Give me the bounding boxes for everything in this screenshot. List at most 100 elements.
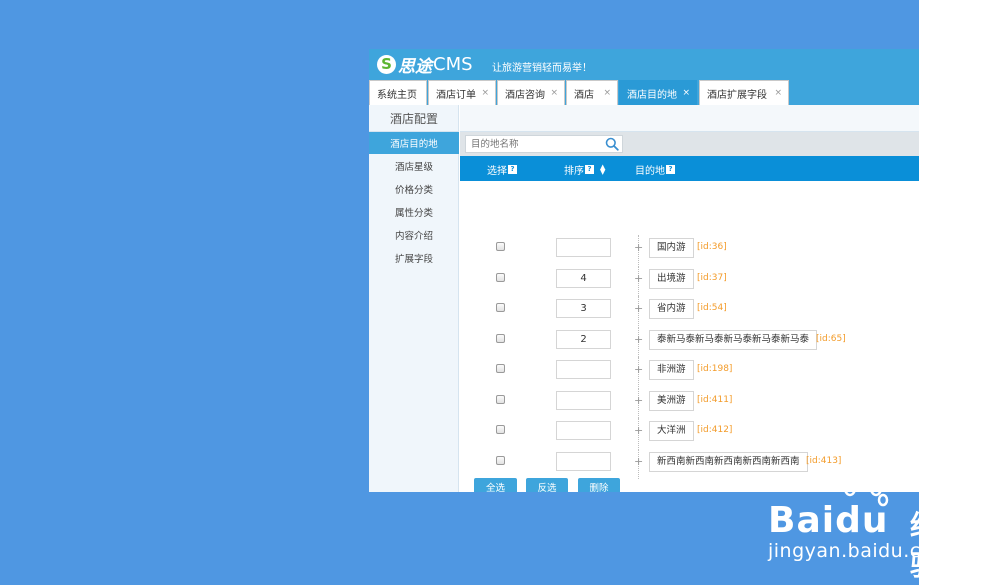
search-icon[interactable] [603,135,621,153]
order-input[interactable] [556,391,611,410]
tab-label: 酒店订单 [436,89,476,101]
sidebar-item-content-intro[interactable]: 内容介绍 [369,224,459,246]
row-checkbox[interactable] [496,303,505,312]
destination-name[interactable]: 国内游 [649,238,694,258]
watermark-brand: Baidu [768,500,889,541]
main-header [460,105,919,132]
order-input[interactable] [556,421,611,440]
order-input[interactable]: 4 [556,269,611,288]
tab-label: 酒店 [574,89,594,101]
tab-label: 系统主页 [377,89,417,101]
tab-hotel-destinations[interactable]: 酒店目的地 × [619,80,697,105]
row-checkbox[interactable] [496,334,505,343]
tab-hotels[interactable]: 酒店 × [566,80,618,105]
search-input[interactable] [465,135,623,153]
expand-icon[interactable]: + [634,425,643,436]
table-row: + 国内游 [id:36] [460,235,919,265]
tab-bar: 系统主页 酒店订单 × 酒店咨询 × 酒店 × 酒店目的地 × 酒店扩展字段 × [369,79,919,105]
expand-icon[interactable]: + [634,242,643,253]
destination-id: [id:54] [697,303,727,313]
delete-button[interactable]: 删除 [578,478,620,492]
expand-icon[interactable]: + [634,303,643,314]
table-header: 选择? 排序? ▲ ▼ 目的地? [460,156,919,181]
order-input[interactable]: 2 [556,330,611,349]
invert-selection-button[interactable]: 反选 [526,478,568,492]
tab-hotel-extension-fields[interactable]: 酒店扩展字段 × [699,80,789,105]
column-order-label: 排序 [564,166,584,177]
destination-name[interactable]: 省内游 [649,299,694,319]
row-checkbox[interactable] [496,425,505,434]
sidebar-item-hotel-stars[interactable]: 酒店星级 [369,155,459,177]
tab-home[interactable]: 系统主页 [369,80,427,105]
tab-hotel-orders[interactable]: 酒店订单 × [428,80,496,105]
destination-id: [id:411] [697,395,733,405]
close-icon[interactable]: × [481,88,489,98]
destination-name[interactable]: 非洲游 [649,360,694,380]
column-destination-label: 目的地 [635,166,665,177]
table-row: 3 + 省内游 [id:54] [460,296,919,326]
column-select-label: 选择 [487,166,507,177]
tab-label: 酒店咨询 [505,89,545,101]
expand-icon[interactable]: + [634,456,643,467]
logo-cms: CMS [433,53,473,75]
expand-icon[interactable]: + [634,395,643,406]
sidebar: 酒店配置 酒店目的地 酒店星级 价格分类 属性分类 内容介绍 扩展字段 [369,105,459,492]
table-row: + 新西南新西南新西南新西南新西南 [id:413] [460,449,919,479]
destination-name[interactable]: 出境游 [649,269,694,289]
help-icon[interactable]: ? [666,165,675,174]
sort-icon[interactable]: ▲ ▼ [600,163,605,175]
sidebar-item-attribute-categories[interactable]: 属性分类 [369,201,459,223]
destination-name[interactable]: 泰新马泰新马泰新马泰新马泰新马泰 [649,330,818,350]
destination-id: [id:412] [697,425,733,435]
tab-hotel-inquiries[interactable]: 酒店咨询 × [497,80,565,105]
close-icon[interactable]: × [682,88,690,98]
top-bar: S 思途 CMS 让旅游营销轻而易举！ [369,49,919,79]
sidebar-title: 酒店配置 [369,105,459,132]
logo: S 思途 CMS [377,52,473,77]
slogan: 让旅游营销轻而易举！ [492,63,592,74]
tab-label: 酒店扩展字段 [707,89,767,101]
row-checkbox[interactable] [496,395,505,404]
select-all-button[interactable]: 全选 [474,478,517,492]
help-icon[interactable]: ? [585,165,594,174]
row-checkbox[interactable] [496,364,505,373]
order-input[interactable] [556,238,611,257]
search-bar [460,132,919,156]
cms-window: S 思途 CMS 让旅游营销轻而易举！ 系统主页 酒店订单 × 酒店咨询 × 酒… [369,49,919,492]
sidebar-item-extension-fields[interactable]: 扩展字段 [369,247,459,269]
destination-id: [id:36] [697,242,727,252]
expand-icon[interactable]: + [634,334,643,345]
watermark-url: jingyan.baidu.com [768,540,952,562]
column-order[interactable]: 排序? ▲ ▼ [564,162,605,177]
destination-name[interactable]: 大洋洲 [649,421,694,441]
table-row: + 大洋洲 [id:412] [460,418,919,448]
order-input[interactable]: 3 [556,299,611,318]
main-panel: 选择? 排序? ▲▼ 目的地? + 国内游 [id:36] 4 + 出境游 [460,105,919,492]
destination-id: [id:65] [816,334,846,344]
logo-mark-icon: S [377,54,396,74]
order-input[interactable] [556,452,611,471]
destination-id: [id:37] [697,273,727,283]
row-checkbox[interactable] [496,273,505,282]
destination-name[interactable]: 美洲游 [649,391,694,411]
table-row: + 美洲游 [id:411] [460,388,919,418]
help-icon[interactable]: ? [508,165,517,174]
column-select: 选择? [487,162,517,177]
close-icon[interactable]: × [774,88,782,98]
row-checkbox[interactable] [496,456,505,465]
sidebar-item-price-categories[interactable]: 价格分类 [369,178,459,200]
order-input[interactable] [556,360,611,379]
sidebar-item-hotel-destinations[interactable]: 酒店目的地 [369,132,459,154]
close-icon[interactable]: × [550,88,558,98]
expand-icon[interactable]: + [634,273,643,284]
table-row: 4 + 出境游 [id:37] [460,266,919,296]
expand-icon[interactable]: + [634,364,643,375]
baidu-jingyan-watermark: Baidu 经验 jingyan.baidu.com [768,478,951,582]
column-destination: 目的地? [635,162,675,177]
close-icon[interactable]: × [603,88,611,98]
destination-name[interactable]: 新西南新西南新西南新西南新西南 [649,452,808,472]
tab-label: 酒店目的地 [627,89,677,101]
destination-id: [id:413] [806,456,842,466]
table-row: 2 + 泰新马泰新马泰新马泰新马泰新马泰 [id:65] [460,327,919,357]
row-checkbox[interactable] [496,242,505,251]
